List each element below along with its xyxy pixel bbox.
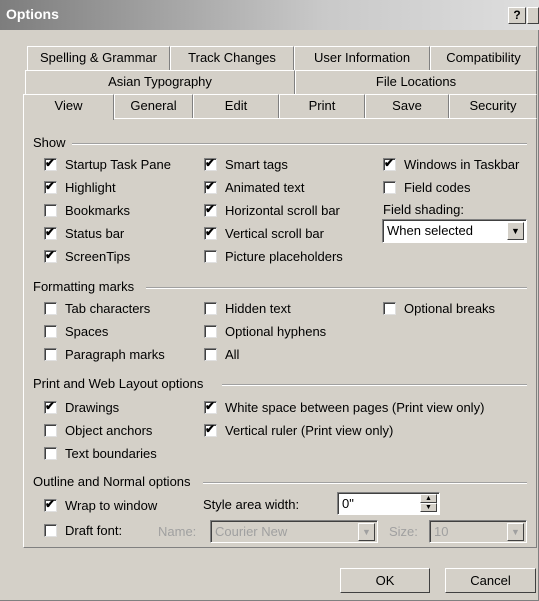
- title-bar[interactable]: Options ?: [0, 0, 539, 30]
- outline-normal-heading: Outline and Normal options: [33, 474, 191, 489]
- text-boundaries-checkbox[interactable]: Text boundaries: [44, 446, 157, 461]
- hidden-text-checkbox[interactable]: Hidden text: [204, 301, 291, 316]
- startup-task-pane-checkbox[interactable]: ✔ Startup Task Pane: [44, 156, 171, 172]
- checkmark-icon: ✔: [45, 179, 56, 193]
- tab-characters-checkbox[interactable]: Tab characters: [44, 301, 150, 316]
- print-web-divider: [222, 384, 527, 386]
- formatting-divider: [146, 287, 527, 289]
- checkmark-icon: ✔: [205, 225, 216, 239]
- smart-tags-checkbox[interactable]: ✔ Smart tags: [204, 156, 288, 172]
- spin-up-icon[interactable]: ▲: [420, 494, 437, 503]
- formatting-marks-heading: Formatting marks: [33, 279, 135, 294]
- tab-compatibility[interactable]: Compatibility: [430, 46, 537, 70]
- cancel-button[interactable]: Cancel: [445, 568, 536, 593]
- field-shading-select[interactable]: When selected ▼: [382, 219, 527, 243]
- object-anchors-checkbox[interactable]: Object anchors: [44, 423, 152, 438]
- tab-security[interactable]: Security: [449, 94, 537, 118]
- picture-placeholders-checkbox[interactable]: Picture placeholders: [204, 249, 343, 264]
- tab-user-information[interactable]: User Information: [294, 46, 430, 70]
- tab-spelling-grammar[interactable]: Spelling & Grammar: [27, 46, 170, 70]
- vertical-ruler-checkbox[interactable]: ✔ Vertical ruler (Print view only): [204, 422, 393, 438]
- status-bar-checkbox[interactable]: ✔ Status bar: [44, 225, 124, 241]
- checkmark-icon: ✔: [45, 248, 56, 262]
- paragraph-marks-checkbox[interactable]: Paragraph marks: [44, 347, 165, 362]
- outline-divider: [203, 482, 527, 484]
- size-label: Size:: [389, 524, 418, 539]
- window-title: Options: [6, 6, 59, 22]
- white-space-between-pages-checkbox[interactable]: ✔ White space between pages (Print view o…: [204, 399, 484, 415]
- spaces-checkbox[interactable]: Spaces: [44, 324, 108, 339]
- checkmark-icon: ✔: [45, 497, 56, 511]
- show-heading: Show: [33, 135, 66, 150]
- dropdown-arrow-icon[interactable]: ▼: [358, 523, 375, 541]
- vertical-scroll-bar-checkbox[interactable]: ✔ Vertical scroll bar: [204, 225, 324, 241]
- all-checkbox[interactable]: All: [204, 347, 239, 362]
- field-shading-label: Field shading:: [383, 202, 464, 217]
- draft-font-checkbox[interactable]: Draft font:: [44, 523, 122, 538]
- tab-asian-typography[interactable]: Asian Typography: [25, 70, 295, 94]
- tab-view[interactable]: View: [23, 94, 114, 120]
- dropdown-arrow-icon[interactable]: ▼: [507, 222, 524, 240]
- highlight-checkbox[interactable]: ✔ Highlight: [44, 179, 116, 195]
- field-codes-checkbox[interactable]: Field codes: [383, 180, 470, 195]
- name-label: Name:: [158, 524, 197, 539]
- tab-edit[interactable]: Edit: [193, 94, 279, 118]
- tab-print[interactable]: Print: [279, 94, 365, 118]
- wrap-to-window-checkbox[interactable]: ✔ Wrap to window: [44, 497, 157, 513]
- dropdown-arrow-icon[interactable]: ▼: [507, 523, 524, 541]
- tab-general[interactable]: General: [114, 94, 193, 118]
- show-divider: [72, 143, 527, 145]
- style-area-width-input[interactable]: 0" ▲ ▼: [337, 492, 440, 515]
- close-button[interactable]: [527, 7, 539, 24]
- checkmark-icon: ✔: [205, 399, 216, 413]
- animated-text-checkbox[interactable]: ✔ Animated text: [204, 179, 305, 195]
- checkmark-icon: ✔: [384, 156, 395, 170]
- screentips-checkbox[interactable]: ✔ ScreenTips: [44, 248, 130, 264]
- help-button[interactable]: ?: [508, 7, 526, 24]
- ok-button[interactable]: OK: [340, 568, 430, 593]
- checkmark-icon: ✔: [45, 399, 56, 413]
- drawings-checkbox[interactable]: ✔ Drawings: [44, 399, 119, 415]
- tab-file-locations[interactable]: File Locations: [295, 70, 537, 94]
- bookmarks-checkbox[interactable]: Bookmarks: [44, 203, 130, 218]
- checkmark-icon: ✔: [205, 179, 216, 193]
- tab-track-changes[interactable]: Track Changes: [170, 46, 294, 70]
- print-web-heading: Print and Web Layout options: [33, 376, 204, 391]
- field-shading-value: When selected: [387, 223, 473, 238]
- checkmark-icon: ✔: [45, 156, 56, 170]
- options-dialog: Options ? Spelling & Grammar Track Chang…: [0, 0, 539, 601]
- optional-breaks-checkbox[interactable]: Optional breaks: [383, 301, 495, 316]
- horizontal-scroll-bar-checkbox[interactable]: ✔ Horizontal scroll bar: [204, 202, 340, 218]
- windows-in-taskbar-checkbox[interactable]: ✔ Windows in Taskbar: [383, 156, 519, 172]
- font-size-select[interactable]: 10 ▼: [429, 520, 527, 543]
- tab-save[interactable]: Save: [365, 94, 449, 118]
- checkmark-icon: ✔: [205, 422, 216, 436]
- font-name-select[interactable]: Courier New ▼: [210, 520, 378, 543]
- checkmark-icon: ✔: [205, 156, 216, 170]
- style-area-width-label: Style area width:: [203, 497, 300, 512]
- checkmark-icon: ✔: [205, 202, 216, 216]
- checkmark-icon: ✔: [45, 225, 56, 239]
- optional-hyphens-checkbox[interactable]: Optional hyphens: [204, 324, 326, 339]
- spin-down-icon[interactable]: ▼: [420, 503, 437, 512]
